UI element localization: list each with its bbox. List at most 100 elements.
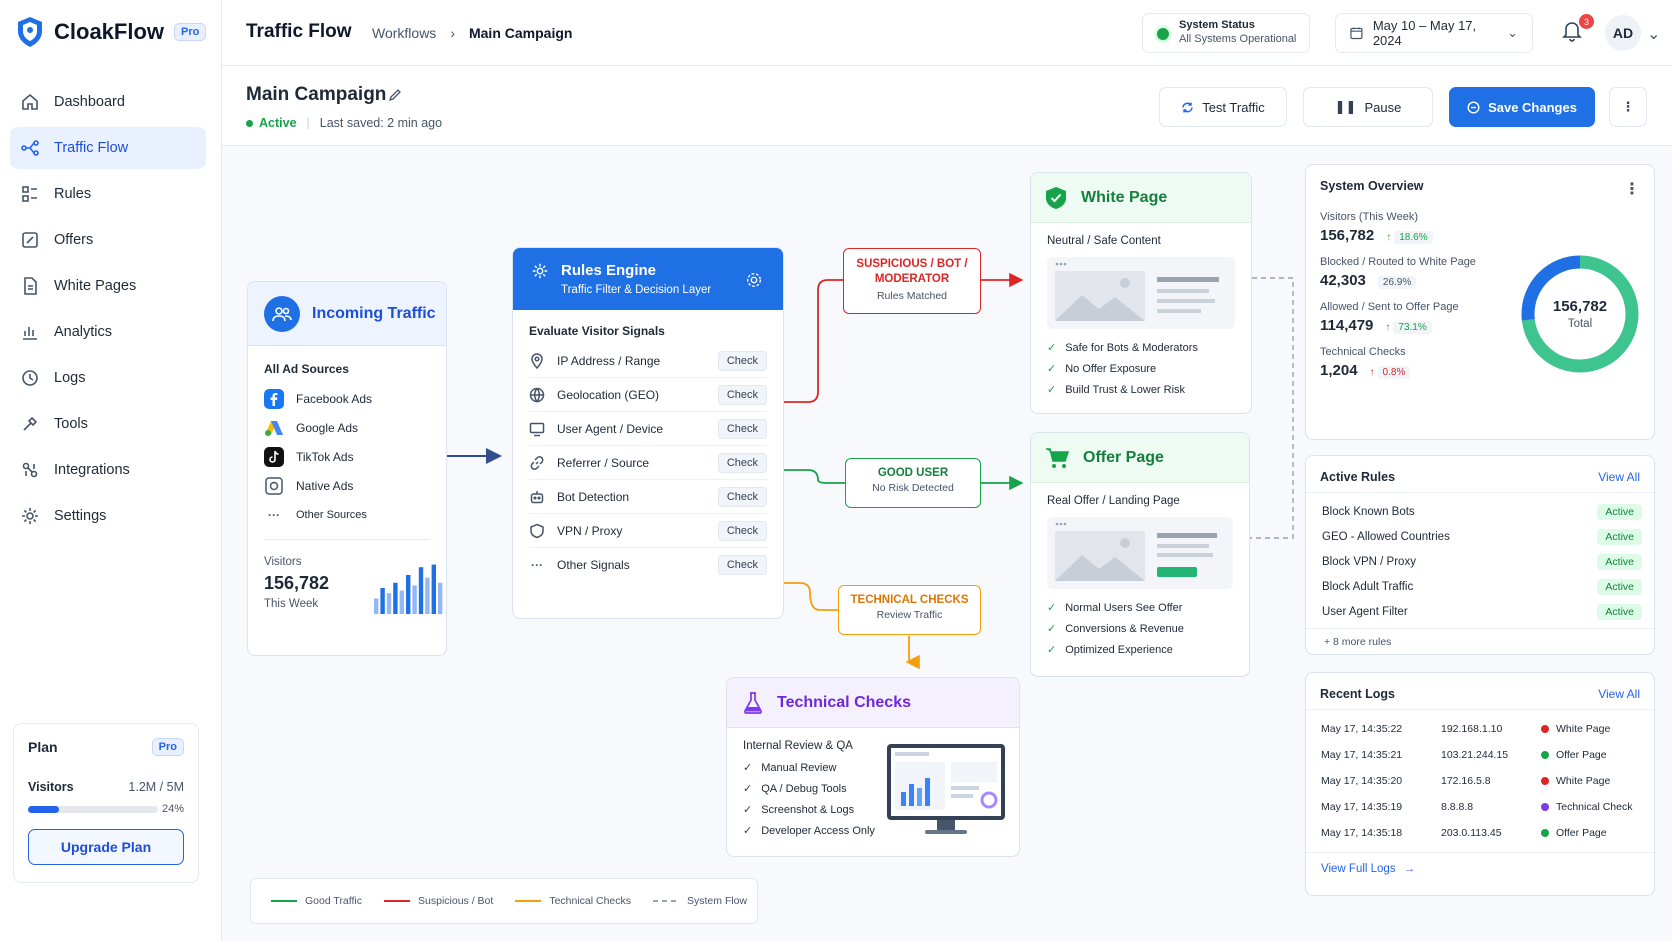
- rule-status-badge: Active: [1597, 578, 1642, 595]
- signal-row[interactable]: VPN / Proxy Check: [529, 514, 767, 548]
- technical-checks-card[interactable]: Technical Checks Internal Review & QA Ma…: [726, 677, 1020, 857]
- legend-system: System Flow: [653, 895, 747, 907]
- donut-value: 156,782: [1552, 298, 1608, 315]
- stat-change: 18.6%: [1394, 231, 1433, 244]
- log-row[interactable]: May 17, 14:35:21 103.21.244.15 Offer Page: [1306, 742, 1654, 768]
- rules-list: Block Known Bots Active GEO - Allowed Coun…: [1306, 493, 1654, 624]
- tech-label-title: TECHNICAL CHECKS: [850, 594, 969, 606]
- legend-label: Technical Checks: [549, 895, 632, 907]
- globe-icon: [529, 387, 545, 403]
- check-button[interactable]: Check: [717, 486, 767, 507]
- offer-page-card[interactable]: Offer Page Real Offer / Landing Page Nor…: [1030, 432, 1250, 677]
- stat-value: 156,782: [1320, 227, 1375, 244]
- check-button[interactable]: Check: [717, 555, 767, 575]
- signal-row[interactable]: ··· Other Signals Check: [529, 548, 767, 582]
- legend-technical: Technical Checks: [515, 895, 631, 907]
- arrow-right-icon: →: [1403, 863, 1416, 875]
- robot-icon: [530, 490, 544, 503]
- system-flow-line: [1250, 277, 1294, 539]
- offer-preview-graphic: [1055, 522, 1217, 581]
- incoming-traffic-card[interactable]: Incoming Traffic All Ad Sources Facebook…: [247, 281, 447, 656]
- rules-engine-card[interactable]: Rules Engine Traffic Filter & Decision L…: [512, 247, 784, 619]
- log-time: May 17, 14:35:18: [1321, 827, 1403, 839]
- more-rules-link[interactable]: + 8 more rules: [1306, 628, 1654, 648]
- source-tiktok[interactable]: TikTok Ads: [264, 442, 430, 471]
- signal-row[interactable]: Geolocation (GEO) Check: [529, 378, 767, 412]
- legend-technical-swatch: [515, 900, 542, 902]
- log-destination: Technical Check: [1556, 801, 1633, 813]
- rule-row[interactable]: Block Adult Traffic Active: [1306, 574, 1654, 599]
- legend-suspicious: Suspicious / Bot: [384, 895, 493, 907]
- legend-good: Good Traffic: [271, 895, 362, 907]
- check-button[interactable]: Check: [717, 384, 767, 405]
- offer-page-subtitle: Real Offer / Landing Page: [1047, 495, 1180, 507]
- rule-status-badge: Active: [1597, 603, 1642, 620]
- log-dot-icon: [1541, 725, 1549, 733]
- overview-menu-icon[interactable]: ⋮: [1624, 179, 1640, 199]
- rule-name: Block VPN / Proxy: [1322, 555, 1416, 568]
- native-ads-icon: [265, 476, 283, 495]
- overview-stat: Visitors (This Week) 156,782 ↑ 18.6%: [1320, 211, 1654, 244]
- page-preview-graphic: [1055, 262, 1219, 321]
- rule-name: Block Known Bots: [1322, 505, 1415, 518]
- technical-line: [784, 582, 838, 611]
- spark-bar: [380, 588, 385, 614]
- active-rules-title: Active Rules: [1320, 470, 1396, 484]
- spark-bar: [438, 582, 443, 614]
- white-page-title: White Page: [1081, 188, 1168, 206]
- rule-row[interactable]: User Agent Filter Active: [1306, 599, 1654, 624]
- check-button[interactable]: Check: [717, 350, 767, 371]
- log-time: May 17, 14:35:20: [1321, 775, 1403, 787]
- source-native[interactable]: Native Ads: [264, 471, 430, 500]
- signal-row[interactable]: Referrer / Source Check: [529, 446, 767, 480]
- source-facebook[interactable]: Facebook Ads: [264, 384, 430, 413]
- sources-title: All Ad Sources: [264, 362, 349, 376]
- spark-bar: [412, 585, 417, 614]
- monitor-dashboard-icon: [887, 744, 1005, 834]
- stat-change: 0.8%: [1377, 366, 1411, 379]
- link-icon: [530, 455, 544, 470]
- monitor-icon: [529, 422, 545, 436]
- log-row[interactable]: May 17, 14:35:18 203.0.113.45 Offer Page: [1306, 820, 1654, 846]
- rule-row[interactable]: Block VPN / Proxy Active: [1306, 549, 1654, 574]
- signal-row[interactable]: User Agent / Device Check: [529, 412, 767, 446]
- check-button[interactable]: Check: [717, 520, 767, 541]
- log-row[interactable]: May 17, 14:35:19 8.8.8.8 Technical Check: [1306, 794, 1654, 820]
- check-button[interactable]: Check: [717, 418, 767, 439]
- source-label: Facebook Ads: [296, 391, 373, 406]
- view-all-rules-link[interactable]: View All: [1598, 470, 1640, 484]
- signal-row[interactable]: IP Address / Range Check: [529, 344, 767, 378]
- white-page-card[interactable]: White Page Neutral / Safe Content Safe f…: [1030, 172, 1252, 414]
- rule-status-badge: Active: [1597, 503, 1642, 520]
- source-google[interactable]: Google Ads: [264, 413, 430, 442]
- log-dot-icon: [1541, 777, 1549, 785]
- arrow-up-icon: ↑: [1369, 367, 1375, 378]
- log-row[interactable]: May 17, 14:35:20 172.16.5.8 White Page: [1306, 768, 1654, 794]
- arrow-up-icon: ↑: [1385, 322, 1391, 333]
- signals-section-title: Evaluate Visitor Signals: [529, 324, 665, 338]
- spark-bar: [406, 575, 411, 614]
- view-full-logs-link[interactable]: View Full Logs →: [1306, 852, 1654, 875]
- legend-label: Good Traffic: [305, 895, 363, 907]
- white-point: Build Trust & Lower Risk: [1047, 383, 1235, 396]
- log-destination: White Page: [1556, 723, 1611, 735]
- view-all-logs-link[interactable]: View All: [1598, 687, 1640, 701]
- spark-bar: [393, 582, 398, 614]
- rule-row[interactable]: Block Known Bots Active: [1306, 499, 1654, 524]
- settings-gear-icon[interactable]: [745, 271, 763, 289]
- legend-system-swatch: [653, 900, 680, 902]
- rule-row[interactable]: GEO - Allowed Countries Active: [1306, 524, 1654, 549]
- good-user-route-label: GOOD USER No Risk Detected: [845, 458, 981, 508]
- log-row[interactable]: May 17, 14:35:22 192.168.1.10 White Page: [1306, 716, 1654, 742]
- source-other[interactable]: ··· Other Sources: [264, 500, 430, 529]
- check-button[interactable]: Check: [717, 452, 767, 473]
- signal-label: Geolocation (GEO): [557, 387, 660, 402]
- suspicious-line: [784, 279, 843, 403]
- shield-check-icon: [1046, 186, 1066, 209]
- stat-change: 26.9%: [1377, 276, 1417, 289]
- spark-bar: [374, 598, 379, 614]
- signal-label: Referrer / Source: [557, 455, 650, 470]
- signal-row[interactable]: Bot Detection Check: [529, 480, 767, 514]
- recent-logs-title: Recent Logs: [1320, 687, 1396, 701]
- source-label: Other Sources: [296, 508, 367, 521]
